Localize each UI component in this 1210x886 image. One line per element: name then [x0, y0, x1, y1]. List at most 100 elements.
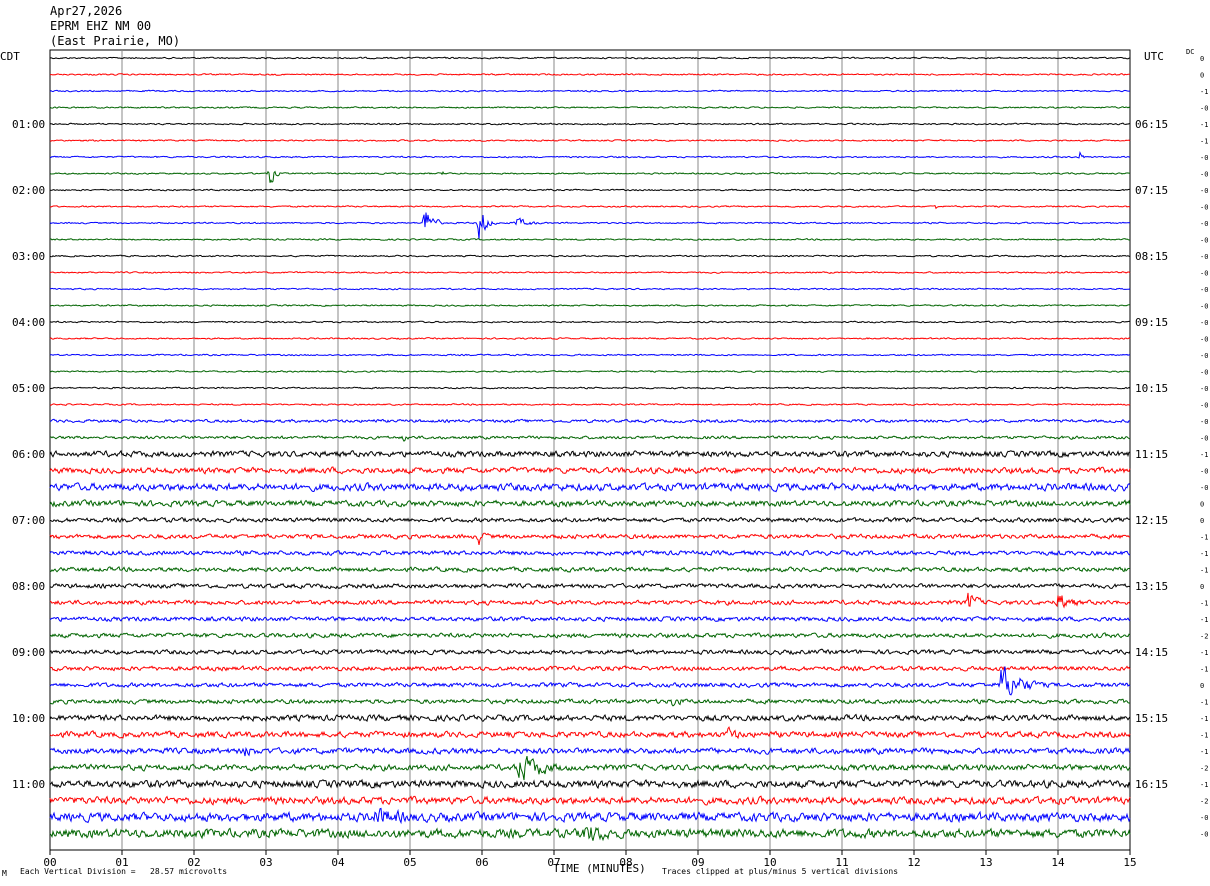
dc-offset-label: 0: [1200, 501, 1204, 509]
dc-offset-label: -1: [1200, 616, 1208, 624]
trace-row: [49, 304, 1131, 307]
trace-row: [49, 386, 1131, 390]
dc-offset-label: -0: [1200, 831, 1208, 839]
cdt-hour-label: 05:00: [12, 382, 45, 395]
trace-row: [49, 499, 1131, 508]
dc-offset-label: -1: [1200, 666, 1208, 674]
trace-row: [49, 532, 1131, 545]
dc-offset-label: -0: [1200, 468, 1208, 476]
dc-offset-label: -1: [1200, 121, 1208, 129]
dc-offset-label: -2: [1200, 633, 1208, 641]
trace-row: [49, 353, 1131, 357]
dc-offset-label: -0: [1200, 171, 1208, 179]
trace-row: [49, 89, 1131, 93]
m-mark: M: [2, 869, 7, 878]
cdt-hour-label: 07:00: [12, 514, 45, 527]
trace-row: [49, 418, 1131, 424]
dc-offset-label: -2: [1200, 798, 1208, 806]
trace-row: [49, 807, 1131, 825]
dc-offset-label: 0: [1200, 55, 1204, 63]
dc-offset-label: -1: [1200, 781, 1208, 789]
dc-offset-label: 0: [1200, 583, 1204, 591]
utc-hour-label: 12:15: [1135, 514, 1168, 527]
trace-row: [49, 666, 1131, 696]
dc-offset-label: -0: [1200, 369, 1208, 377]
dc-offset-label: -0: [1200, 385, 1208, 393]
dc-offset-label: 0: [1200, 682, 1204, 690]
trace-row: [49, 466, 1131, 475]
trace-row: [49, 139, 1131, 142]
dc-offset-label: -1: [1200, 550, 1208, 558]
cdt-hour-label: 04:00: [12, 316, 45, 329]
dc-offset-label: -0: [1200, 237, 1208, 245]
utc-hour-label: 07:15: [1135, 184, 1168, 197]
dc-offset-label: -0: [1200, 319, 1208, 327]
trace-row: [49, 566, 1130, 573]
cdt-hour-label: 11:00: [12, 778, 45, 791]
trace-row: [49, 212, 1131, 240]
dc-offset-label: -1: [1200, 715, 1208, 723]
trace-row: [49, 481, 1131, 493]
trace-row: [49, 435, 1131, 442]
cdt-hour-label: 10:00: [12, 712, 45, 725]
dc-offset-label: -0: [1200, 814, 1208, 822]
dc-offset-label: -1: [1200, 451, 1208, 459]
trace-row: [49, 238, 1130, 241]
trace-row: [49, 106, 1131, 109]
dc-offset-label: -2: [1200, 765, 1208, 773]
dc-offset-label: -1: [1200, 748, 1208, 756]
trace-row: [49, 648, 1131, 656]
trace-row: [49, 56, 1131, 60]
clip-note: Traces clipped at plus/minus 5 vertical …: [662, 867, 899, 876]
dc-offset-label: -0: [1200, 352, 1208, 360]
dc-offset-label: -1: [1200, 649, 1208, 657]
cdt-hour-label: 06:00: [12, 448, 45, 461]
trace-row: [49, 582, 1131, 590]
utc-hour-label: 14:15: [1135, 646, 1168, 659]
dc-offset-label: 0: [1200, 72, 1204, 80]
x-tick-label: 13: [979, 856, 992, 869]
trace-row: [49, 516, 1131, 524]
trace-row: [49, 320, 1131, 324]
trace-row: [49, 403, 1131, 406]
cdt-hour-label: 02:00: [12, 184, 45, 197]
trace-row: [49, 665, 1131, 672]
dc-offset-label: -1: [1200, 138, 1208, 146]
dc-offset-label: -1: [1200, 534, 1208, 542]
cdt-hour-label: 08:00: [12, 580, 45, 593]
vertical-division-note: Each Vertical Division = 28.57 microvolt…: [20, 867, 228, 876]
trace-row: [49, 337, 1131, 340]
dc-offset-label: -0: [1200, 220, 1208, 228]
trace-row: [49, 151, 1131, 159]
trace-row: [49, 746, 1131, 757]
dc-offset-label: -1: [1200, 732, 1208, 740]
utc-hour-label: 06:15: [1135, 118, 1168, 131]
trace-row: [49, 170, 1131, 183]
utc-hour-label: 13:15: [1135, 580, 1168, 593]
cdt-hour-label: 01:00: [12, 118, 45, 131]
utc-hour-label: 09:15: [1135, 316, 1168, 329]
trace-row: [49, 254, 1131, 258]
trace-row: [49, 204, 1131, 210]
x-tick-label: 04: [331, 856, 345, 869]
trace-row: [49, 795, 1131, 806]
dc-offset-label: -0: [1200, 418, 1208, 426]
trace-row: [49, 826, 1131, 842]
dc-offset-label: -1: [1200, 600, 1208, 608]
cdt-hour-label: 09:00: [12, 646, 45, 659]
dc-offset-label: -0: [1200, 270, 1208, 278]
dc-offset-label: -0: [1200, 484, 1208, 492]
dc-offset-label: -1: [1200, 567, 1208, 575]
utc-hour-label: 15:15: [1135, 712, 1168, 725]
dc-offset-label: -1: [1200, 699, 1208, 707]
helicorder-plot: 00 01 02 03 04 05 06 07 08 09 10 11 12 13 14 1500-1-0-1…: [12, 49, 1208, 869]
dc-offset-label: -1: [1200, 88, 1208, 96]
trace-row: [49, 778, 1131, 790]
dc-offset-label: -0: [1200, 204, 1208, 212]
trace-row: [49, 549, 1131, 557]
plot-frame: [49, 49, 1131, 851]
trace-row: [49, 755, 1131, 781]
dc-offset-label: -0: [1200, 402, 1208, 410]
trace-row: [49, 188, 1131, 192]
dc-offset-label: -0: [1200, 303, 1208, 311]
